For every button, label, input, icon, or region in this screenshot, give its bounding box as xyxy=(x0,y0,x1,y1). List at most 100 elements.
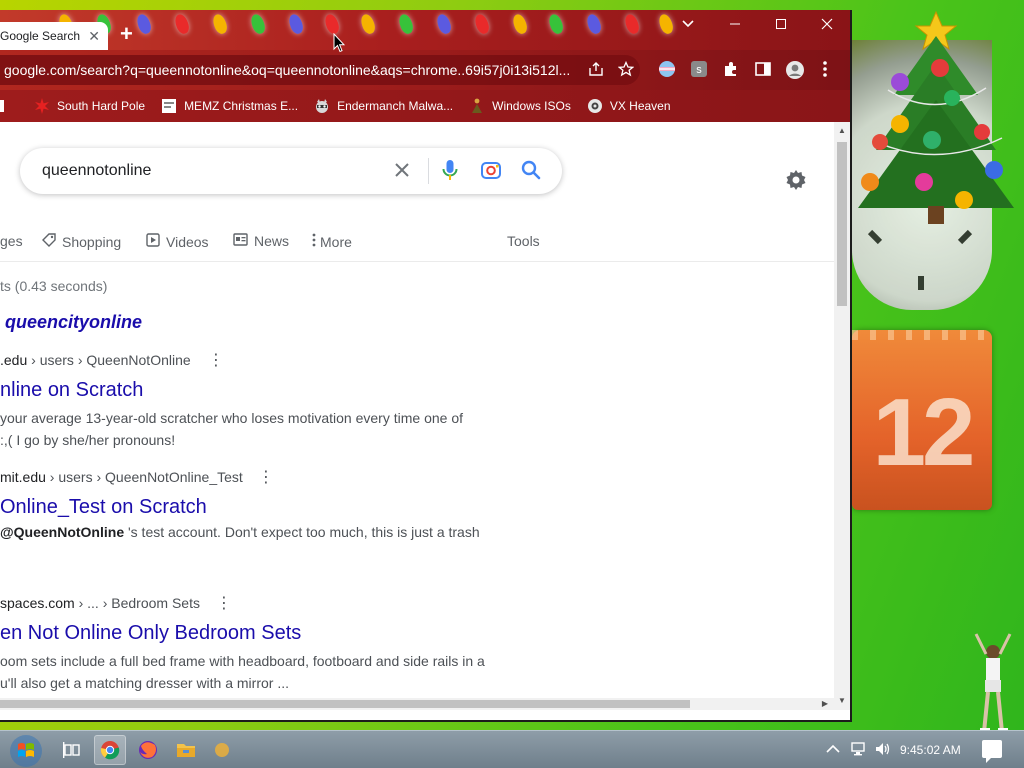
calendar-rings xyxy=(852,330,992,340)
start-button[interactable] xyxy=(4,731,46,768)
tab-images[interactable]: ges xyxy=(0,233,23,249)
browser-window: Google Search ✕ + google.com/search?q=qu… xyxy=(0,10,852,722)
light-bulb xyxy=(172,12,192,36)
vertical-scrollbar-thumb[interactable] xyxy=(837,142,847,306)
browser-tab-google-search[interactable]: Google Search ✕ xyxy=(0,22,108,50)
result-title[interactable]: Online_Test on Scratch xyxy=(0,496,520,519)
tab-news[interactable]: News xyxy=(233,233,289,249)
bookmark-memz-christmas[interactable]: MEMZ Christmas E... xyxy=(161,98,298,114)
result-snippet: your average 13-year-old scratcher who l… xyxy=(0,407,500,451)
tools-button[interactable]: Tools xyxy=(507,233,540,249)
result-title[interactable]: nline on Scratch xyxy=(0,379,520,402)
bookmark-label: Endermanch Malwa... xyxy=(337,99,454,113)
light-bulb xyxy=(510,12,530,36)
raccoon-icon xyxy=(314,98,330,114)
close-window-button[interactable] xyxy=(804,10,850,38)
share-icon[interactable] xyxy=(588,61,604,80)
minimize-button[interactable] xyxy=(712,10,758,38)
horizontal-scrollbar[interactable]: ▶ xyxy=(0,698,834,710)
taskbar: 9:45:02 AM xyxy=(0,730,1024,768)
tab-label: Shopping xyxy=(62,233,122,250)
bookmark-windows-isos[interactable]: Windows ISOs xyxy=(469,98,571,114)
result-domain: .edu xyxy=(0,352,28,368)
vertical-scrollbar[interactable]: ▲ ▼ xyxy=(834,122,850,710)
scroll-right-arrow-icon[interactable]: ▶ xyxy=(822,699,828,708)
maximize-icon xyxy=(776,19,786,29)
task-view-button[interactable] xyxy=(56,735,88,765)
search-box[interactable]: queennotonline xyxy=(20,148,562,194)
maximize-button[interactable] xyxy=(758,10,804,38)
clear-search-icon[interactable] xyxy=(394,158,410,184)
taskbar-file-explorer[interactable] xyxy=(170,735,202,765)
tab-title: Google Search xyxy=(0,29,81,43)
tab-search-chevron-icon[interactable] xyxy=(668,10,708,38)
bookmark-partial[interactable] xyxy=(0,100,18,112)
calendar-day: 12 xyxy=(872,379,976,486)
tab-label: News xyxy=(254,233,290,249)
google-results-page: queennotonline ges Shopping Videos News … xyxy=(0,122,834,710)
minimize-icon xyxy=(730,23,740,25)
bookmark-endermanch[interactable]: Endermanch Malwa... xyxy=(314,98,453,114)
settings-gear-icon[interactable] xyxy=(784,168,808,192)
search-type-tabs: ges Shopping Videos News More Tools xyxy=(0,222,834,262)
light-bulb xyxy=(434,12,454,36)
tab-close-icon[interactable]: ✕ xyxy=(88,28,100,45)
scroll-up-arrow-icon[interactable]: ▲ xyxy=(838,126,846,135)
search-icon[interactable] xyxy=(520,159,542,186)
result-breadcrumb: › ... › Bedroom Sets xyxy=(74,595,200,611)
tab-label: More xyxy=(320,233,352,250)
extensions-puzzle-icon[interactable] xyxy=(722,60,740,82)
notification-center-icon[interactable] xyxy=(982,740,1002,763)
taskbar-app[interactable] xyxy=(206,735,238,765)
network-icon[interactable] xyxy=(850,741,868,760)
voice-search-mic-icon[interactable] xyxy=(442,159,458,188)
taskbar-chrome[interactable] xyxy=(94,735,126,765)
menu-kebab-icon[interactable] xyxy=(822,60,828,82)
horizontal-scrollbar-thumb[interactable] xyxy=(0,700,690,708)
dancing-figure-icon xyxy=(974,633,1012,736)
search-result: spaces.com › ... › Bedroom Sets ⋮ en Not… xyxy=(0,595,520,694)
result-title[interactable]: en Not Online Only Bedroom Sets xyxy=(0,622,520,645)
did-you-mean-link[interactable]: queencityonline xyxy=(5,312,142,333)
bookmark-south-hard-pole[interactable]: South Hard Pole xyxy=(34,98,145,114)
result-options-icon[interactable]: ⋮ xyxy=(208,350,224,370)
firefox-icon xyxy=(139,741,157,759)
tab-videos[interactable]: Videos xyxy=(146,233,209,250)
snippet-bold: @QueenNotOnline xyxy=(0,524,125,540)
tab-shopping[interactable]: Shopping xyxy=(42,233,121,250)
result-cite[interactable]: .edu › users › QueenNotOnline ⋮ xyxy=(0,350,520,370)
profile-avatar-icon[interactable] xyxy=(785,60,805,84)
side-panel-icon[interactable] xyxy=(754,60,772,82)
light-bulb xyxy=(248,12,268,36)
tab-label: ges xyxy=(0,233,23,249)
newspaper-icon xyxy=(233,233,248,249)
result-cite[interactable]: spaces.com › ... › Bedroom Sets ⋮ xyxy=(0,593,520,613)
lens-camera-icon[interactable] xyxy=(480,159,502,186)
volume-icon[interactable] xyxy=(874,741,892,760)
burst-icon xyxy=(34,98,50,114)
tray-overflow-chevron-icon[interactable] xyxy=(826,741,840,757)
result-options-icon[interactable]: ⋮ xyxy=(258,467,274,487)
taskbar-firefox[interactable] xyxy=(132,735,164,765)
search-input[interactable]: queennotonline xyxy=(42,162,151,180)
result-snippet: @QueenNotOnline 's test account. Don't e… xyxy=(0,521,500,543)
system-clock[interactable]: 9:45:02 AM xyxy=(900,743,961,757)
bookmark-label: Windows ISOs xyxy=(492,99,571,113)
bookmark-vx-heaven[interactable]: VX Heaven xyxy=(587,98,671,114)
bookmark-star-icon[interactable] xyxy=(617,60,635,80)
window-controls xyxy=(712,10,850,38)
flag-extension-icon[interactable] xyxy=(658,60,676,82)
light-bulb xyxy=(546,12,566,36)
s-extension-icon[interactable]: s xyxy=(690,60,708,82)
result-cite[interactable]: mit.edu › users › QueenNotOnline_Test ⋮ xyxy=(0,467,520,487)
tab-more[interactable]: More xyxy=(312,233,352,250)
result-options-icon[interactable]: ⋮ xyxy=(216,593,232,613)
scroll-down-arrow-icon[interactable]: ▼ xyxy=(838,696,846,705)
calendar-gadget: 12 xyxy=(852,330,992,510)
result-domain: spaces.com xyxy=(0,595,75,611)
address-bar[interactable]: google.com/search?q=queennotonline&oq=qu… xyxy=(0,55,640,85)
snippet-text: 's test account. Don't expect too much, … xyxy=(124,524,480,540)
browser-toolbar: google.com/search?q=queennotonline&oq=qu… xyxy=(0,50,850,90)
close-icon xyxy=(821,18,833,30)
new-tab-button[interactable]: + xyxy=(120,23,133,45)
